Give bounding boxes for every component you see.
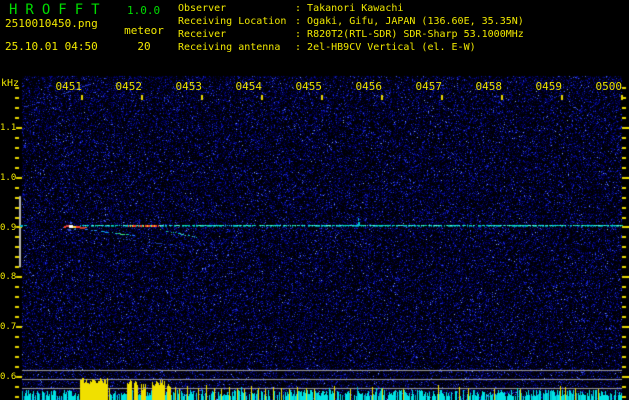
time-label-0454: 0454 [235, 80, 263, 93]
time-label-0457: 0457 [415, 80, 443, 93]
freq-label-1.0: 1.0 [0, 172, 17, 183]
time-label-0451: 0451 [55, 80, 83, 93]
time-label-0455: 0455 [295, 80, 323, 93]
info-row-observer: Observer: Takanori Kawachi [178, 3, 404, 14]
time-label-0459: 0459 [535, 80, 563, 93]
freq-label-0.9: 0.9 [0, 222, 17, 233]
time-label-0500: 0500 [595, 80, 623, 93]
app-title: HROFFT [9, 2, 108, 18]
echo-count: 20 [137, 40, 151, 53]
info-row-receiving-location: Receiving Location: Ogaki, Gifu, JAPAN (… [178, 16, 524, 27]
time-label-0456: 0456 [355, 80, 383, 93]
info-row-receiver: Receiver: R820T2(RTL-SDR) SDR-Sharp 53.1… [178, 29, 524, 40]
freq-label-0.8: 0.8 [0, 272, 17, 283]
freq-label-0.6: 0.6 [0, 371, 17, 382]
app-version: 1.0.0 [127, 4, 161, 17]
time-label-0452: 0452 [115, 80, 143, 93]
y-axis-unit-label: kHz [1, 78, 20, 89]
freq-label-1.1: 1.1 [0, 122, 17, 133]
freq-label-0.7: 0.7 [0, 322, 17, 333]
station-info-block: Observer: Takanori Kawachi Receiving Loca… [178, 2, 524, 54]
observation-datetime: 25.10.01 04:50 [5, 40, 98, 53]
time-label-0458: 0458 [475, 80, 503, 93]
output-filename: 2510010450.png [5, 17, 98, 30]
time-label-0453: 0453 [175, 80, 203, 93]
spectrogram-canvas [0, 0, 629, 400]
info-row-receiving-antenna: Receiving antenna: 2el-HB9CV Vertical (e… [178, 42, 476, 53]
mode-label: meteor [124, 24, 164, 37]
hrofft-output-image: HROFFT 1.0.0 2510010450.png meteor 25.10… [0, 0, 629, 400]
